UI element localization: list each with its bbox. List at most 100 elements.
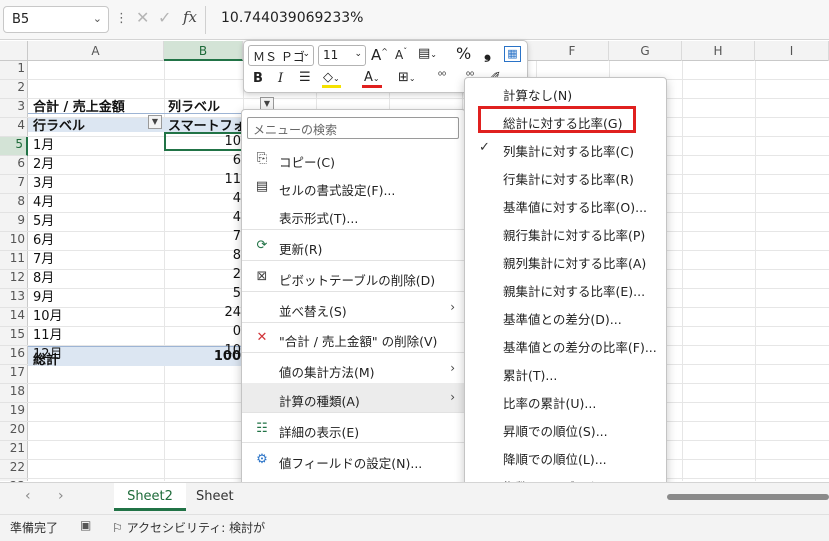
column-header[interactable]: B xyxy=(164,41,243,61)
pivot-value-cell[interactable]: 7 xyxy=(168,229,241,244)
borders-icon[interactable]: ⊞⌄ xyxy=(398,70,416,85)
font-size-dropdown[interactable]: 11 ⌄ xyxy=(318,45,366,66)
accessibility-status[interactable]: ⚐ アクセシビリティ: 検討が xyxy=(112,519,265,536)
row-header[interactable]: 8 xyxy=(0,194,28,213)
submenu-item[interactable]: 比率の累計(U)... xyxy=(465,386,666,414)
close-icon: ✕ xyxy=(256,330,268,345)
row-header[interactable]: 20 xyxy=(0,422,28,441)
context-menu-item[interactable]: 表示形式(T)... xyxy=(242,200,465,230)
row-header[interactable]: 14 xyxy=(0,308,28,327)
pivot-value-cell[interactable]: 24 xyxy=(168,305,241,320)
submenu-item[interactable]: ✓ 列集計に対する比率(C) xyxy=(465,134,666,162)
context-menu-item[interactable]: ✕ "合計 / 売上金額" の削除(V) xyxy=(242,323,465,353)
context-menu-item[interactable]: ☷ 詳細の表示(E) xyxy=(242,414,465,444)
increase-decimal-icon[interactable]: ⁰⁰ xyxy=(438,71,446,82)
row-filter-button[interactable]: ▼ xyxy=(148,115,162,129)
submenu-item[interactable]: 昇順での順位(S)... xyxy=(465,414,666,442)
shrink-font-icon[interactable]: Aˇ xyxy=(395,47,407,62)
cancel-icon[interactable]: ✕ xyxy=(136,8,149,27)
column-header[interactable]: F xyxy=(536,41,609,61)
row-header[interactable]: 22 xyxy=(0,460,28,479)
row-header[interactable]: 19 xyxy=(0,403,28,422)
more-options-icon[interactable]: ⋮ xyxy=(115,11,128,26)
sheet-tab[interactable]: Sheet xyxy=(196,489,234,504)
row-header[interactable]: 17 xyxy=(0,365,28,384)
comma-style-icon[interactable]: ❟ xyxy=(484,42,491,63)
font-color-icon[interactable]: A⌄ xyxy=(362,70,382,88)
italic-button[interactable]: I xyxy=(278,71,283,86)
column-header[interactable]: I xyxy=(755,41,829,61)
row-header[interactable]: 7 xyxy=(0,175,28,194)
check-icon[interactable]: ✓ xyxy=(158,8,171,27)
row-header[interactable]: 11 xyxy=(0,251,28,270)
context-menu-item[interactable]: ▤ セルの書式設定(F)... xyxy=(242,172,465,202)
context-menu-item-label: セルの書式設定(F)... xyxy=(279,183,396,198)
context-menu-item[interactable]: 並べ替え(S) › xyxy=(242,293,465,323)
pivot-value-cell[interactable]: 8 xyxy=(168,248,241,263)
row-header[interactable]: 15 xyxy=(0,327,28,346)
row-header[interactable]: 3 xyxy=(0,99,28,118)
chevron-right-icon[interactable]: › xyxy=(58,488,64,504)
row-header[interactable]: 6 xyxy=(0,156,28,175)
context-menu-item[interactable]: ⊠ ピボットテーブルの削除(D) xyxy=(242,262,465,292)
macro-record-icon[interactable]: ▣ xyxy=(80,518,91,532)
submenu-item[interactable]: 行集計に対する比率(R) xyxy=(465,162,666,190)
sheet-tab-active[interactable]: Sheet2 xyxy=(114,483,186,511)
row-header[interactable]: 13 xyxy=(0,289,28,308)
pivot-value-cell[interactable]: 0 xyxy=(168,324,241,339)
horizontal-scrollbar[interactable] xyxy=(667,494,829,500)
bold-button[interactable]: B xyxy=(253,71,263,86)
context-menu-item-label: 並べ替え(S) xyxy=(279,304,347,319)
submenu-item[interactable]: 累計(T)... xyxy=(465,358,666,386)
submenu-item[interactable]: 基準値に対する比率(O)... xyxy=(465,190,666,218)
context-menu-item[interactable]: 値の集計方法(M) › xyxy=(242,354,465,384)
select-all-corner[interactable] xyxy=(0,41,28,61)
pivot-value-cell[interactable]: 6 xyxy=(168,153,241,168)
pivot-value-cell[interactable]: 4 xyxy=(168,191,241,206)
row-header[interactable]: 9 xyxy=(0,213,28,232)
submenu-item[interactable]: 親集計に対する比率(E)... xyxy=(465,274,666,302)
column-header[interactable]: H xyxy=(682,41,755,61)
formula-input[interactable]: 10.744039069233% xyxy=(221,10,363,26)
insert-function-icon[interactable]: fx xyxy=(183,8,197,26)
context-menu-item[interactable]: ⎘ コピー(C) xyxy=(242,144,465,174)
submenu-item[interactable]: 降順での順位(L)... xyxy=(465,442,666,470)
pivot-value-cell[interactable]: 4 xyxy=(168,210,241,225)
context-menu-item[interactable]: 計算の種類(A) › xyxy=(242,383,465,413)
row-header[interactable]: 16 xyxy=(0,346,28,365)
context-menu-item[interactable]: ⚙ 値フィールドの設定(N)... xyxy=(242,445,465,475)
row-header[interactable]: 1 xyxy=(0,61,28,80)
row-header[interactable]: 10 xyxy=(0,232,28,251)
name-box[interactable]: B5 ⌄ xyxy=(3,6,109,33)
submenu-item[interactable]: 基準値との差分(D)... xyxy=(465,302,666,330)
pivot-value-cell[interactable]: 5 xyxy=(168,286,241,301)
submenu-item[interactable]: 親行集計に対する比率(P) xyxy=(465,218,666,246)
row-header[interactable]: 2 xyxy=(0,80,28,99)
context-menu-item[interactable]: ⟳ 更新(R) xyxy=(242,231,465,261)
submenu-item[interactable]: 親列集計に対する比率(A) xyxy=(465,246,666,274)
format-table-icon[interactable]: ▦ xyxy=(504,46,521,62)
percent-style-icon[interactable]: % xyxy=(456,44,471,63)
row-header[interactable]: 12 xyxy=(0,270,28,289)
row-header[interactable]: 4 xyxy=(0,118,28,137)
submenu-item-label: 基準値との差分(D)... xyxy=(503,312,622,327)
font-name-dropdown[interactable]: ＭＳ Ｐゴ ⌄ xyxy=(248,45,314,66)
chevron-down-icon[interactable]: ⌄ xyxy=(93,12,102,25)
number-format-icon[interactable]: ▤⌄ xyxy=(418,46,437,61)
submenu-item[interactable]: 計算なし(N) xyxy=(465,78,666,106)
pivot-total-value[interactable]: 100 xyxy=(168,349,241,364)
grow-font-icon[interactable]: A^ xyxy=(371,46,388,64)
row-header[interactable]: 21 xyxy=(0,441,28,460)
chevron-left-icon[interactable]: ‹ xyxy=(25,488,31,504)
pivot-value-cell[interactable]: 2 xyxy=(168,267,241,282)
fill-color-icon[interactable]: ◇⌄ xyxy=(322,70,341,88)
menu-search-input[interactable]: メニューの検索 xyxy=(247,117,459,139)
menu-separator xyxy=(242,352,465,353)
submenu-item[interactable]: 基準値との差分の比率(F)... xyxy=(465,330,666,358)
pivot-value-cell[interactable]: 11 xyxy=(168,172,241,187)
align-center-icon[interactable]: ☰ xyxy=(299,70,311,85)
row-header[interactable]: 18 xyxy=(0,384,28,403)
column-header[interactable]: A xyxy=(28,41,164,61)
column-header[interactable]: G xyxy=(609,41,682,61)
row-header[interactable]: 5 xyxy=(0,137,28,156)
